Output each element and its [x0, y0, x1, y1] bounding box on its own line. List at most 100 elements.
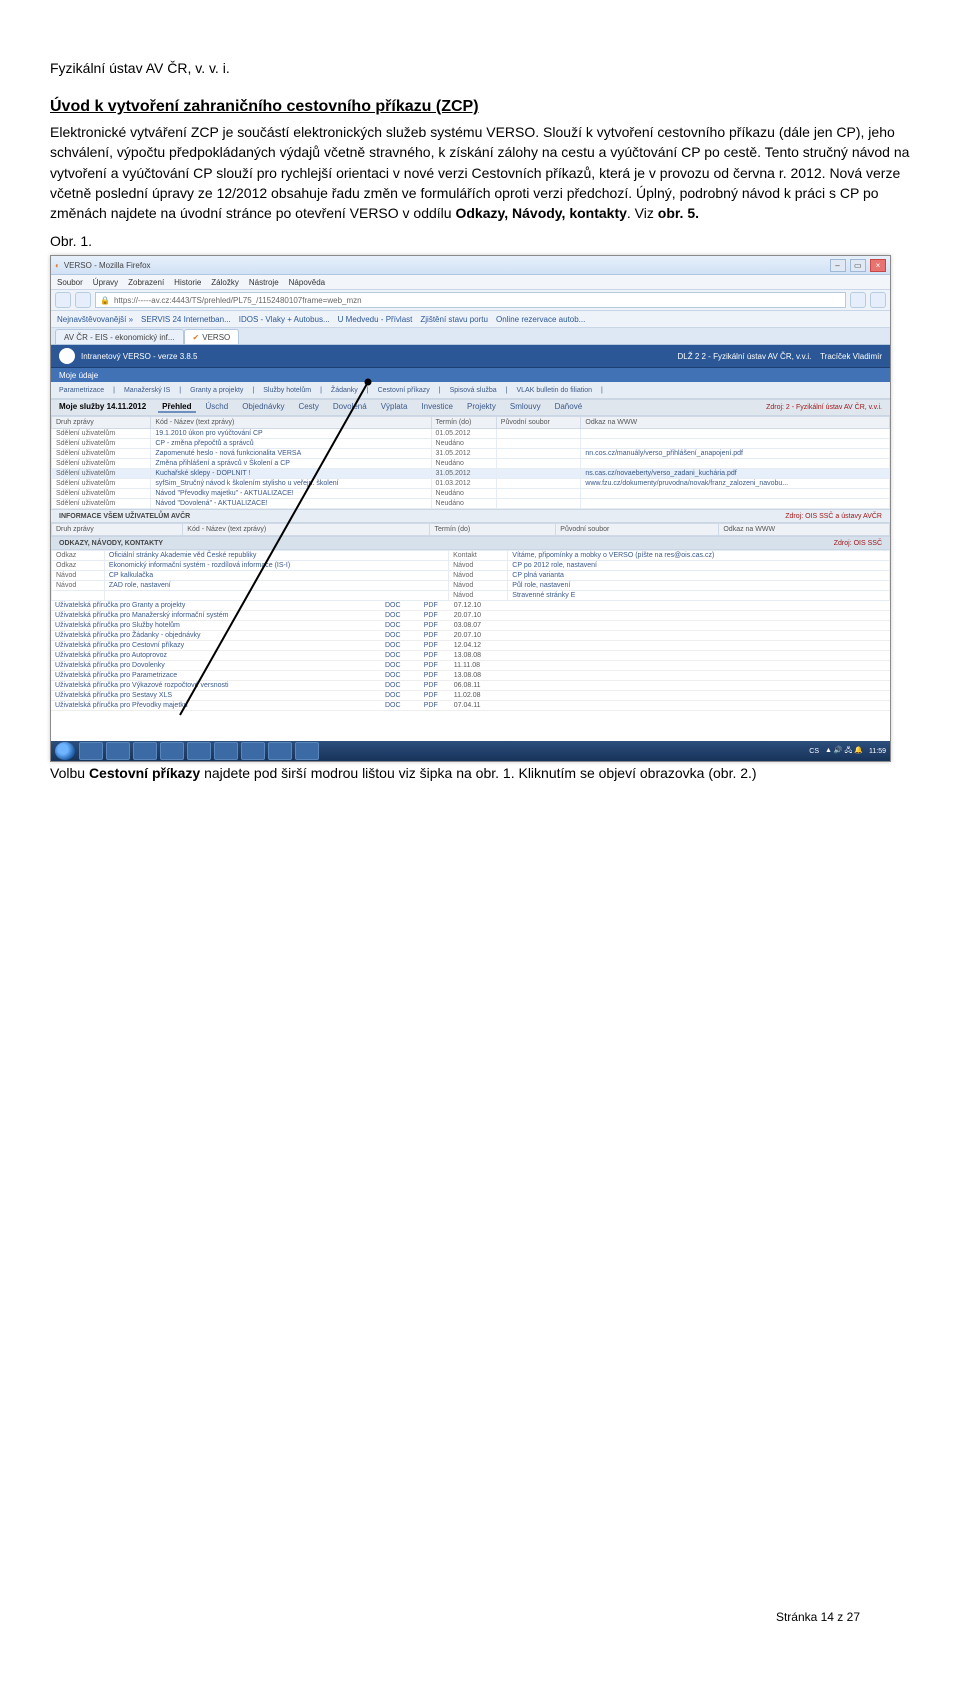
- list-item[interactable]: Uživatelská příručka pro Převodky majetk…: [51, 701, 890, 711]
- table-row[interactable]: Sdělení uživatelůmCP - změna přepočtů a …: [52, 439, 890, 449]
- system-tray[interactable]: CS ▲ 🔊 🖧 🔔 11:59: [809, 746, 886, 757]
- sub-tab[interactable]: Smlouvy: [506, 402, 545, 413]
- taskbar-app-icon[interactable]: [160, 742, 184, 760]
- list-item[interactable]: Uživatelská příručka pro Manažerský info…: [51, 611, 890, 621]
- bookmark-item[interactable]: SERVIS 24 Internetban...: [141, 315, 231, 324]
- table-row[interactable]: Sdělení uživatelůmKuchařské sklepy - DOP…: [52, 469, 890, 479]
- sub-tab[interactable]: Daňové: [551, 402, 587, 413]
- menu-item[interactable]: Spisová služba: [450, 387, 497, 394]
- dl-pdf[interactable]: PDF: [412, 681, 450, 691]
- minimize-icon[interactable]: –: [830, 259, 846, 272]
- list-item[interactable]: Uživatelská příručka pro AutoprovozDOCPD…: [51, 651, 890, 661]
- dl-pdf[interactable]: PDF: [412, 641, 450, 651]
- list-item[interactable]: Uživatelská příručka pro Výkazové rozpoč…: [51, 681, 890, 691]
- list-item[interactable]: Uživatelská příručka pro Granty a projek…: [51, 601, 890, 611]
- menu-item[interactable]: Manažerský IS: [124, 387, 170, 394]
- taskbar-app-icon[interactable]: [241, 742, 265, 760]
- dl-pdf[interactable]: PDF: [412, 671, 450, 681]
- verso-sub-header[interactable]: Moje údaje: [51, 367, 890, 382]
- table-row[interactable]: Sdělení uživatelůmNávod "Dovolená" - AKT…: [52, 499, 890, 509]
- sub-tab[interactable]: Projekty: [463, 402, 500, 413]
- browser-tab-active[interactable]: ✔ VERSO: [184, 329, 240, 344]
- sub-tab[interactable]: Dovolená: [329, 402, 371, 413]
- bookmark-item[interactable]: Online rezervace autob...: [496, 315, 585, 324]
- sub-tab[interactable]: Úschd: [202, 402, 233, 413]
- menu-item[interactable]: Nápověda: [289, 278, 325, 287]
- bookmark-item[interactable]: U Medvedu - Přívlast: [338, 315, 413, 324]
- dl-pdf[interactable]: PDF: [412, 701, 450, 711]
- table-row[interactable]: Sdělení uživatelům19.1.2010 úkon pro vyú…: [52, 429, 890, 439]
- firefox-menu[interactable]: Soubor Úpravy Zobrazení Historie Záložky…: [51, 275, 890, 290]
- menu-item[interactable]: Zobrazení: [128, 278, 164, 287]
- table-row[interactable]: Sdělení uživatelůmZměna přihlášení a spr…: [52, 459, 890, 469]
- tray-lang[interactable]: CS: [809, 748, 819, 755]
- taskbar-app-icon[interactable]: [187, 742, 211, 760]
- sub-tab[interactable]: Výplata: [377, 402, 412, 413]
- menu-item[interactable]: Historie: [174, 278, 201, 287]
- menu-item[interactable]: Nástroje: [249, 278, 279, 287]
- dl-pdf[interactable]: PDF: [412, 691, 450, 701]
- list-item[interactable]: Uživatelská příručka pro Cestovní příkaz…: [51, 641, 890, 651]
- menu-item[interactable]: Záložky: [211, 278, 239, 287]
- reload-button[interactable]: [850, 292, 866, 308]
- menu-item[interactable]: Parametrizace: [59, 387, 104, 394]
- url-field[interactable]: 🔒 https://-----av.cz:4443/TS/prehled/PL7…: [95, 292, 846, 308]
- table-row[interactable]: Sdělení uživatelůmNávod "Převodky majetk…: [52, 489, 890, 499]
- sub-tab[interactable]: Přehled: [158, 402, 195, 413]
- sub-tab[interactable]: Investice: [417, 402, 457, 413]
- dl-pdf[interactable]: PDF: [412, 621, 450, 631]
- taskbar-app-icon[interactable]: [268, 742, 292, 760]
- dl-pdf[interactable]: PDF: [412, 601, 450, 611]
- taskbar-app-icon[interactable]: [133, 742, 157, 760]
- table-row[interactable]: Sdělení uživatelůmsyfSim_Stručný návod k…: [52, 479, 890, 489]
- dl-doc[interactable]: DOC: [374, 611, 412, 621]
- taskbar-app-icon[interactable]: [214, 742, 238, 760]
- sub-tab[interactable]: Cesty: [294, 402, 322, 413]
- menu-item[interactable]: Granty a projekty: [190, 387, 243, 394]
- dl-doc[interactable]: DOC: [374, 621, 412, 631]
- menu-item[interactable]: Soubor: [57, 278, 83, 287]
- menu-item[interactable]: Služby hotelům: [263, 387, 311, 394]
- home-button[interactable]: [870, 292, 886, 308]
- dl-pdf[interactable]: PDF: [412, 651, 450, 661]
- taskbar-app-icon[interactable]: [295, 742, 319, 760]
- list-item[interactable]: Uživatelská příručka pro ParametrizaceDO…: [51, 671, 890, 681]
- maximize-icon[interactable]: ▭: [850, 259, 866, 272]
- close-icon[interactable]: ×: [870, 259, 886, 272]
- menu-item[interactable]: Žádanky: [331, 387, 358, 394]
- menu-item[interactable]: Úpravy: [93, 278, 118, 287]
- dl-doc[interactable]: DOC: [374, 701, 412, 711]
- dl-doc[interactable]: DOC: [374, 691, 412, 701]
- back-button[interactable]: [55, 292, 71, 308]
- table-row[interactable]: NávodCP kalkulačkaNávodCP plná varianta: [52, 571, 890, 581]
- bookmark-item[interactable]: Nejnavštěvovanější »: [57, 315, 133, 324]
- table-row[interactable]: NávodZAD role, nastaveníNávodPůl role, n…: [52, 581, 890, 591]
- list-item[interactable]: Uživatelská příručka pro Žádanky - objed…: [51, 631, 890, 641]
- table-row[interactable]: OdkazEkonomický informační systém - rozd…: [52, 561, 890, 571]
- table-row[interactable]: OdkazOficiální stránky Akademie věd Česk…: [52, 551, 890, 561]
- dl-doc[interactable]: DOC: [374, 661, 412, 671]
- dl-doc[interactable]: DOC: [374, 651, 412, 661]
- forward-button[interactable]: [75, 292, 91, 308]
- list-item[interactable]: Uživatelská příručka pro Sestavy XLSDOCP…: [51, 691, 890, 701]
- list-item[interactable]: Uživatelská příručka pro Služby hotelůmD…: [51, 621, 890, 631]
- sub-tab[interactable]: Objednávky: [238, 402, 288, 413]
- dl-pdf[interactable]: PDF: [412, 661, 450, 671]
- menu-item[interactable]: VLAK bulletin do filiation: [517, 387, 593, 394]
- bookmark-item[interactable]: IDOS - Vlaky + Autobus...: [239, 315, 330, 324]
- start-button[interactable]: [55, 742, 75, 760]
- taskbar-app-icon[interactable]: [106, 742, 130, 760]
- dl-doc[interactable]: DOC: [374, 671, 412, 681]
- table-row[interactable]: Sdělení uživatelůmZapomenuté heslo - nov…: [52, 449, 890, 459]
- bookmark-item[interactable]: Zjištění stavu portu: [420, 315, 488, 324]
- dl-doc[interactable]: DOC: [374, 601, 412, 611]
- dl-pdf[interactable]: PDF: [412, 611, 450, 621]
- dl-pdf[interactable]: PDF: [412, 631, 450, 641]
- taskbar-app-icon[interactable]: [79, 742, 103, 760]
- tray-icons[interactable]: ▲ 🔊 🖧 🔔: [825, 746, 863, 757]
- tray-clock[interactable]: 11:59: [869, 748, 886, 755]
- dl-doc[interactable]: DOC: [374, 681, 412, 691]
- table-row[interactable]: NávodStravenné stránky E: [52, 591, 890, 601]
- browser-tab[interactable]: AV ČR - EIS - ekonomický inf...: [55, 329, 184, 344]
- dl-doc[interactable]: DOC: [374, 641, 412, 651]
